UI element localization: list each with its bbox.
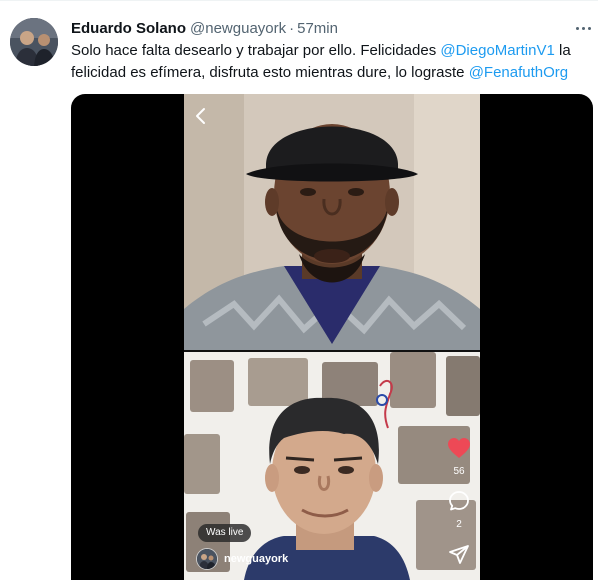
back-arrow-icon[interactable] [194,106,208,126]
live-host[interactable]: newguayork [196,548,288,570]
tweet-timestamp[interactable]: 57min [297,19,338,39]
tweet-text-part1: Solo hace falta desearlo y trabajar por … [71,42,441,59]
author-name[interactable]: Eduardo Solano [71,19,186,39]
author-handle[interactable]: @newguayork [190,19,286,39]
tweet-header: Eduardo Solano @newguayork · 57min [71,19,338,39]
mention-link-fenafuth[interactable]: @FenafuthOrg [469,64,568,81]
was-live-badge: Was live [198,524,252,542]
top-divider [0,0,598,1]
separator-dot: · [289,20,295,37]
top-camera-feed [184,94,480,350]
bottom-camera-feed [184,352,480,580]
like-control[interactable]: 56 [444,437,474,478]
comment-control[interactable]: 2 [444,490,474,531]
mention-link-diegomartin[interactable]: @DiegoMartinV1 [440,42,554,59]
author-avatar[interactable] [10,18,58,66]
live-host-username[interactable]: newguayork [224,553,288,565]
comment-count: 2 [456,519,462,530]
send-icon[interactable] [448,544,470,566]
live-video-frame[interactable]: 56 2 Was live newguayork [184,94,480,580]
comment-icon[interactable] [448,490,470,512]
tweet-text: Solo hace falta desearlo y trabajar por … [71,40,591,84]
live-host-avatar[interactable] [196,548,218,570]
tweet-media[interactable]: 56 2 Was live newguayork [71,94,593,580]
heart-icon[interactable] [447,437,471,459]
more-options-icon[interactable] [568,20,598,36]
like-count: 56 [453,466,465,477]
